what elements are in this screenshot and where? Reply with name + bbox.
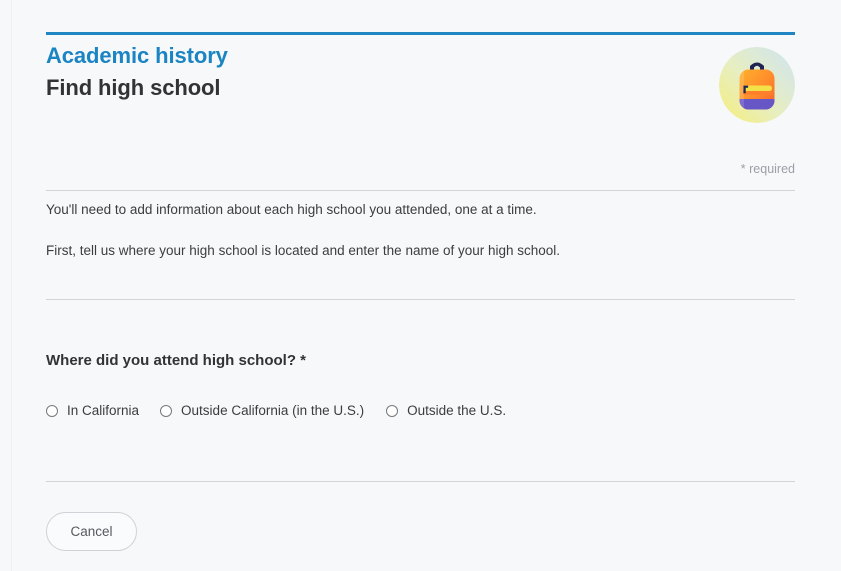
question-block: Where did you attend high school? * (46, 350, 795, 372)
cancel-button[interactable]: Cancel (46, 512, 137, 551)
radio-label: Outside the U.S. (407, 403, 507, 418)
page-left-edge-divider (11, 0, 12, 571)
radio-circle-icon[interactable] (386, 405, 399, 417)
divider-above-footer (46, 481, 795, 482)
radio-option-outside-us[interactable]: Outside the U.S. (386, 402, 506, 420)
intro-text: You'll need to add information about eac… (46, 200, 795, 261)
radio-option-outside-california[interactable]: Outside California (in the U.S.) (160, 402, 364, 420)
question-label: Where did you attend high school? * (46, 352, 307, 369)
divider-above-question (46, 299, 795, 300)
radio-option-in-california[interactable]: In California (46, 402, 139, 420)
required-note: * required (740, 162, 795, 176)
radio-circle-icon[interactable] (160, 405, 173, 417)
page-header: Academic history Find high school (46, 42, 795, 142)
page-title: Find high school (46, 75, 221, 100)
radio-label: In California (67, 403, 140, 418)
form-footer: Cancel (46, 512, 795, 551)
radio-label: Outside California (in the U.S.) (181, 403, 365, 418)
section-eyebrow: Academic history (46, 43, 228, 68)
radio-circle-icon[interactable] (46, 405, 58, 417)
divider-above-intro (46, 190, 795, 191)
intro-paragraph-2: First, tell us where your high school is… (46, 243, 561, 258)
page-root: Academic history Find high school * requ… (0, 0, 841, 571)
high-school-location-radio-group: In California Outside California (in the… (46, 402, 795, 420)
top-accent-rule (46, 32, 795, 35)
backpack-icon (719, 47, 795, 123)
intro-paragraph-1: You'll need to add information about eac… (46, 202, 537, 217)
